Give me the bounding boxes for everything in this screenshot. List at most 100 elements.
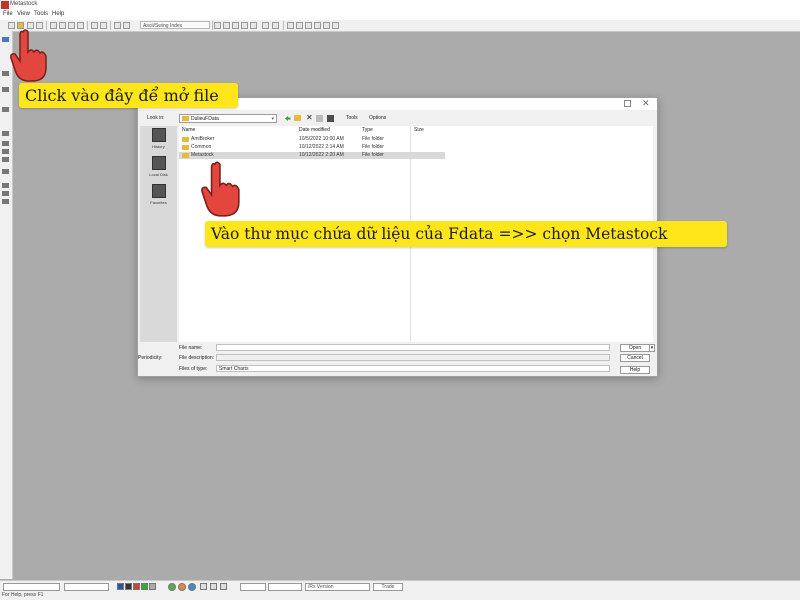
periodicity-input[interactable]: [240, 583, 266, 591]
file-row-metastock[interactable]: Metastock 10/12/2022 2:20 AM File folder: [179, 152, 445, 159]
places-bar: History Local Disk Favorites: [140, 126, 177, 342]
scroll-left-icon[interactable]: [114, 22, 121, 29]
file-type: File folder: [362, 152, 384, 158]
col-date[interactable]: Date modified: [299, 127, 330, 133]
file-row-common[interactable]: Common 10/12/2022 2:14 AM File folder: [179, 144, 653, 151]
layout-1-icon[interactable]: [287, 22, 294, 29]
file-type: File folder: [362, 144, 384, 150]
menu-tools[interactable]: Tools: [34, 11, 48, 17]
options-menu[interactable]: Options: [369, 115, 386, 121]
fibonacci-tool-icon[interactable]: [2, 141, 9, 146]
paste-icon[interactable]: [77, 22, 84, 29]
line-style-select[interactable]: [3, 583, 60, 591]
delete-icon[interactable]: ✕: [306, 113, 313, 122]
cut-icon[interactable]: [59, 22, 66, 29]
trade-button[interactable]: Trade: [373, 583, 403, 591]
menu-view[interactable]: View: [17, 11, 30, 17]
layout-2-icon[interactable]: [296, 22, 303, 29]
look-in-label: Look in:: [147, 115, 165, 121]
file-description-input[interactable]: [216, 354, 610, 361]
cancel-button[interactable]: Cancel: [620, 354, 650, 362]
col-type[interactable]: Type: [362, 127, 373, 133]
layout-5-icon[interactable]: [323, 22, 330, 29]
save-chart-icon[interactable]: [220, 583, 227, 590]
scroll-right-icon[interactable]: [123, 22, 130, 29]
expert-icon[interactable]: [214, 22, 221, 29]
file-row-amibroker[interactable]: AmiBroker 10/5/2022 10:00 AM File folder: [179, 136, 653, 143]
binoculars-icon[interactable]: [262, 22, 269, 29]
pencil-tool-icon[interactable]: [2, 183, 9, 188]
col-name[interactable]: Name: [182, 127, 195, 133]
text-tool-icon[interactable]: [2, 191, 9, 196]
folder-icon: [182, 153, 189, 158]
periodicity-select[interactable]: [268, 583, 302, 591]
maximize-icon[interactable]: [624, 100, 631, 107]
drawing-toolbar: [0, 31, 13, 579]
place-favorites[interactable]: Favorites: [140, 184, 177, 205]
security-select[interactable]: Ascii/Swing Index: [140, 21, 210, 29]
file-name: AmiBroker: [191, 136, 215, 142]
formula-icon[interactable]: [250, 22, 257, 29]
files-of-type-select[interactable]: Smart Charts: [216, 365, 610, 372]
copy-icon[interactable]: [68, 22, 75, 29]
menu-file[interactable]: File: [3, 11, 13, 17]
help-pointer-icon[interactable]: [272, 22, 279, 29]
indicator-builder-icon[interactable]: [241, 22, 248, 29]
open-dropdown-button[interactable]: ▾: [649, 344, 655, 352]
fax-icon[interactable]: [210, 583, 217, 590]
place-local-disk[interactable]: Local Disk: [140, 156, 177, 177]
print-chart-icon[interactable]: [200, 583, 207, 590]
layout-4-icon[interactable]: [314, 22, 321, 29]
system-tester-icon[interactable]: [232, 22, 239, 29]
version-select[interactable]: /Rx Version: [305, 583, 370, 591]
status-text: For Help, press F1: [2, 592, 44, 598]
help-button[interactable]: Help: [620, 366, 650, 374]
back-arrow-icon[interactable]: [284, 115, 291, 122]
trendline-tool-icon[interactable]: [2, 87, 9, 92]
look-in-select[interactable]: DulieuFData ▾: [179, 114, 277, 123]
callout-open-file: Click vào đây để mở file: [19, 83, 238, 108]
color-black-icon[interactable]: [125, 583, 132, 590]
color-palette-icon[interactable]: [117, 583, 124, 590]
layout-3-icon[interactable]: [305, 22, 312, 29]
up-folder-icon[interactable]: [294, 115, 301, 121]
file-description-label: File description:: [179, 355, 215, 361]
globe-icon[interactable]: [168, 583, 176, 591]
color-red-icon[interactable]: [133, 583, 140, 590]
menu-help[interactable]: Help: [52, 11, 64, 17]
pointer-tool-icon[interactable]: [2, 37, 9, 42]
line-weight-select[interactable]: [64, 583, 109, 591]
tools-menu[interactable]: Tools: [346, 115, 358, 121]
folder-icon: [182, 137, 189, 142]
pointing-hand-icon: [10, 29, 47, 82]
cursor-tool-icon[interactable]: [2, 107, 9, 112]
explorer-icon[interactable]: [223, 22, 230, 29]
open-button[interactable]: Open: [620, 344, 650, 352]
color-green-icon[interactable]: [141, 583, 148, 590]
app-title: Metastock: [10, 1, 38, 7]
chart-sync-icon[interactable]: [188, 583, 196, 591]
local-disk-icon: [151, 156, 166, 170]
undo-icon[interactable]: [91, 22, 98, 29]
print-preview-icon[interactable]: [50, 22, 57, 29]
new-folder-icon[interactable]: [316, 115, 323, 122]
chart-refresh-icon[interactable]: [178, 583, 186, 591]
place-history[interactable]: History: [140, 128, 177, 149]
line-tool-icon[interactable]: [2, 71, 9, 76]
redo-icon[interactable]: [100, 22, 107, 29]
history-icon: [151, 128, 166, 142]
view-menu-icon[interactable]: [327, 115, 334, 122]
color-more-icon[interactable]: [149, 583, 156, 590]
col-size[interactable]: Size: [414, 127, 424, 133]
file-name-input[interactable]: [216, 344, 610, 351]
app-logo-icon: [1, 1, 9, 9]
grid-tool-icon[interactable]: [2, 199, 9, 204]
arc-tool-icon[interactable]: [2, 131, 9, 136]
cycle-tool-icon[interactable]: [2, 169, 9, 174]
favorites-icon: [151, 184, 166, 198]
layout-6-icon[interactable]: [332, 22, 339, 29]
channel-tool-icon[interactable]: [2, 157, 9, 162]
gann-tool-icon[interactable]: [2, 149, 9, 154]
close-icon[interactable]: ✕: [642, 98, 650, 109]
pointing-hand-icon: [201, 161, 240, 217]
